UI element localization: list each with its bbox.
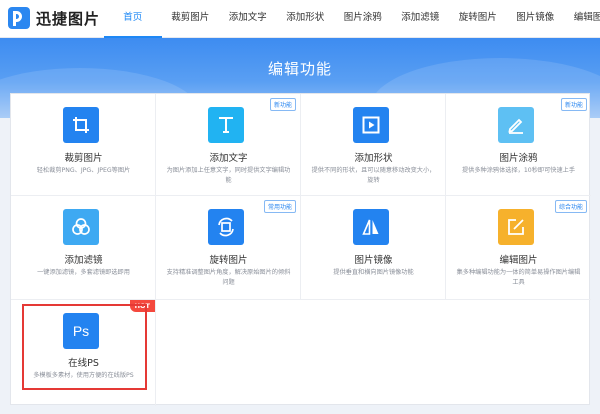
feature-card-doodle[interactable]: 新功能 图片涂鸦 提供多种涂鸦体选择，10秒即可快速上手 [446,94,591,196]
feature-card-mirror[interactable]: 图片镜像 提供垂直和横向图片镜像功能 [301,196,446,300]
feature-card-crop[interactable]: 裁剪图片 轻松裁剪PNG、JPG、JPEG等图片 [11,94,156,196]
rotate-icon [208,209,244,245]
feature-title: 编辑图片 [499,255,538,266]
feature-card-filter[interactable]: 添加滤镜 一键添加滤镜，多套滤镜即选即用 [11,196,156,300]
feature-desc: 提供垂直和横向图片镜像功能 [333,269,414,276]
feature-tag: 新功能 [560,98,587,111]
logo[interactable]: 迅捷图片 [8,7,100,29]
feature-card-online-ps[interactable]: Ps HOT 在线PS 多模板多素材，使用方便的在线版PS [11,300,156,406]
nav-item-home[interactable]: 首页 [104,0,162,38]
feature-desc: 支持精准调整图片角度，解决原始图片的倾斜问题 [166,269,291,286]
crop-icon [63,107,99,143]
nav-item-rotate[interactable]: 旋转图片 [449,0,507,38]
feature-desc: 轻松裁剪PNG、JPG、JPEG等图片 [36,167,131,174]
nav-item-add-text[interactable]: 添加文字 [219,0,277,38]
nav-item-crop[interactable]: 裁剪图片 [162,0,220,38]
banner-title: 编辑功能 [267,60,332,78]
text-icon [208,107,244,143]
edit-icon [498,209,534,245]
feature-desc: 集多种编辑功能为一体的简单易操作图片编辑工具 [456,269,581,286]
feature-title: 旋转图片 [209,255,248,266]
top-header: 迅捷图片 首页 裁剪图片 添加文字 添加形状 图片涂鸦 添加滤镜 旋转图片 图片… [0,0,600,38]
feature-card-rotate[interactable]: 常用功能 旋转图片 支持精准调整图片角度，解决原始图片的倾斜问题 [156,196,301,300]
feature-card-add-text[interactable]: 新功能 添加文字 为图片添加上任意文字，同时提供文字编辑功能 [156,94,301,196]
nav-item-edit[interactable]: 编辑图片 [564,0,600,38]
logo-icon [8,7,30,29]
pen-icon [498,107,534,143]
feature-title: 图片镜像 [354,255,393,266]
feature-title: 裁剪图片 [64,153,103,164]
ps-icon: Ps [63,313,99,349]
feature-grid: 裁剪图片 轻松裁剪PNG、JPG、JPEG等图片 新功能 添加文字 为图片添加上… [10,93,591,406]
shape-icon [353,107,389,143]
mirror-icon [353,209,389,245]
feature-desc: 提供不同的形状，且可以随意移动改变大小，旋转 [311,167,436,184]
feature-card-add-shape[interactable]: 添加形状 提供不同的形状，且可以随意移动改变大小，旋转 [301,94,446,196]
nav-item-doodle[interactable]: 图片涂鸦 [334,0,392,38]
feature-tag: 新功能 [269,98,296,111]
feature-title: 图片涂鸦 [499,153,538,164]
filter-icon [63,209,99,245]
feature-tag: 常用功能 [263,200,296,213]
feature-title: 在线PS [68,358,99,369]
feature-tag: 综合功能 [554,200,587,213]
feature-desc: 提供多种涂鸦体选择，10秒即可快速上手 [461,167,576,174]
feature-desc: 多模板多素材，使用方便的在线版PS [33,372,134,379]
nav-item-mirror[interactable]: 图片镜像 [507,0,565,38]
feature-title: 添加滤镜 [64,255,103,266]
nav-item-filter[interactable]: 添加滤镜 [392,0,450,38]
feature-desc: 为图片添加上任意文字，同时提供文字编辑功能 [166,167,291,184]
nav-item-add-shape[interactable]: 添加形状 [277,0,335,38]
hot-badge: HOT [129,300,155,312]
main-nav: 首页 裁剪图片 添加文字 添加形状 图片涂鸦 添加滤镜 旋转图片 图片镜像 编辑… [104,0,600,38]
feature-title: 添加形状 [354,153,393,164]
feature-desc: 一键添加滤镜，多套滤镜即选即用 [37,269,130,276]
feature-title: 添加文字 [209,153,248,164]
feature-card-edit[interactable]: 综合功能 编辑图片 集多种编辑功能为一体的简单易操作图片编辑工具 [446,196,591,300]
logo-text: 迅捷图片 [36,9,101,28]
